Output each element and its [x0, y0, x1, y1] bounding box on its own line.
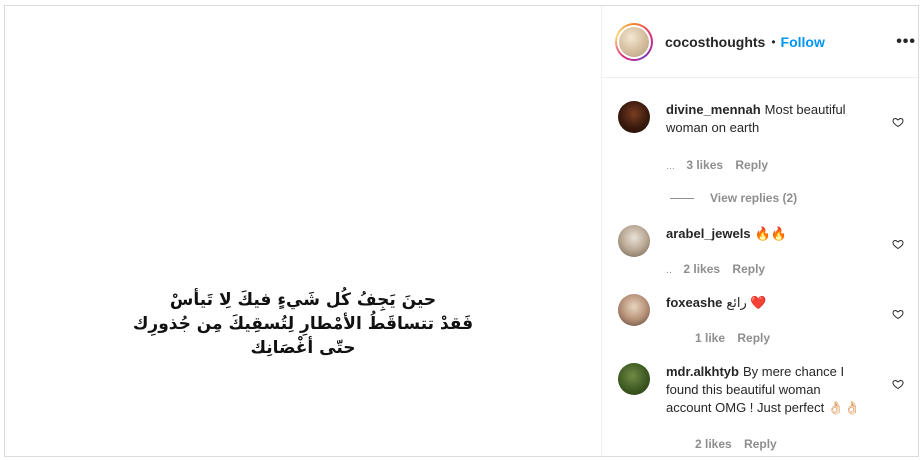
view-replies-label: View replies (2): [710, 191, 798, 205]
comment-time: ‥: [666, 265, 673, 275]
comment-likes[interactable]: 3 likes: [686, 158, 723, 172]
quote-line-2: فَقدْ تتساقَطُ الأمْطارِ لِتُسقِيكَ مِن …: [132, 314, 474, 334]
more-options-icon[interactable]: •••: [896, 34, 916, 50]
author-avatar-photo: [619, 26, 649, 57]
comment-meta: ‥ 2 likes Reply: [666, 262, 774, 276]
follow-button[interactable]: Follow: [781, 34, 825, 50]
post-media[interactable]: حينَ يَجِفُ كُل شَيءٍ فيكَ لِا تَيأسْ فَ…: [5, 6, 602, 456]
post-quote: حينَ يَجِفُ كُل شَيءٍ فيكَ لِا تَيأسْ فَ…: [5, 288, 601, 360]
comment-likes[interactable]: 1 like: [695, 331, 725, 345]
comment-text-block: divine_mennah Most beautiful woman on ear…: [666, 101, 882, 137]
post-container: حينَ يَجِفُ كُل شَيءٍ فيكَ لِا تَيأسْ فَ…: [4, 5, 919, 457]
commenter-username[interactable]: divine_mennah: [666, 102, 761, 117]
comment-text: 🔥🔥: [754, 226, 787, 241]
author-username[interactable]: cocosthoughts: [665, 34, 765, 50]
view-replies-line: [670, 197, 694, 199]
reply-button[interactable]: Reply: [744, 437, 777, 451]
comment-text-block: foxeashe رائع ❤️: [666, 294, 882, 312]
reply-button[interactable]: Reply: [735, 158, 768, 172]
commenter-username[interactable]: arabel_jewels: [666, 226, 751, 241]
comment-text-block: mdr.alkhtyb By mere chance I found this b…: [666, 363, 868, 417]
author-avatar[interactable]: [615, 22, 653, 61]
commenter-avatar[interactable]: [618, 101, 650, 133]
reply-button[interactable]: Reply: [732, 262, 765, 276]
comment-likes[interactable]: 2 likes: [683, 262, 720, 276]
like-heart-icon[interactable]: [892, 308, 904, 320]
quote-line-1: حينَ يَجِفُ كُل شَيءٍ فيكَ لِا تَيأسْ: [169, 290, 437, 310]
header-separator: •: [771, 34, 776, 49]
comment-time: …: [666, 161, 675, 171]
commenter-avatar[interactable]: [618, 294, 650, 326]
post-header: cocosthoughts • Follow •••: [602, 6, 918, 78]
post-sidebar: cocosthoughts • Follow ••• divine_mennah…: [602, 6, 918, 456]
commenter-username[interactable]: mdr.alkhtyb: [666, 364, 739, 379]
like-heart-icon[interactable]: [892, 116, 904, 128]
comment-text-block: arabel_jewels 🔥🔥: [666, 225, 882, 243]
comment-text: رائع ❤️: [726, 295, 767, 310]
like-heart-icon[interactable]: [892, 378, 904, 390]
comment-meta: 2 likes Reply: [695, 437, 786, 451]
comment-meta: 1 like Reply: [695, 331, 779, 345]
view-replies-button[interactable]: View replies (2): [670, 191, 797, 205]
comment-meta: … 3 likes Reply: [666, 158, 777, 172]
like-heart-icon[interactable]: [892, 238, 904, 250]
reply-button[interactable]: Reply: [737, 331, 770, 345]
commenter-avatar[interactable]: [618, 363, 650, 395]
comment-likes[interactable]: 2 likes: [695, 437, 732, 451]
commenter-avatar[interactable]: [618, 225, 650, 257]
commenter-username[interactable]: foxeashe: [666, 295, 722, 310]
quote-line-3: حتّى أغْصَانِك: [250, 338, 356, 358]
